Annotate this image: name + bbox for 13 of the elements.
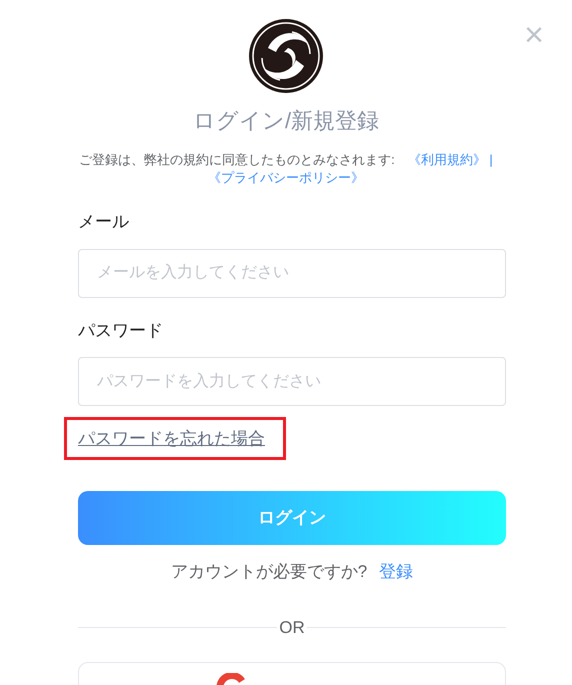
forgot-password-link[interactable]: パスワードを忘れた場合 [78, 426, 265, 452]
signup-prompt: アカウントが必要ですか? [170, 561, 368, 583]
privacy-link[interactable]: 《プライバシーポリシー》 [208, 170, 364, 185]
dialog-title: ログイン/新規登録 [192, 107, 380, 135]
input-field[interactable]: パスワードを入力してください [78, 357, 506, 406]
terms-link[interactable]: 《利用規約》 [408, 152, 486, 167]
terms-notice: ご登録は、弊社の規約に同意したものとみなされます: 《利用規約》 | 《プライバシーポリシー》 [78, 151, 494, 187]
close-button[interactable]: × [524, 18, 544, 52]
input-field[interactable]: メールを入力してください [78, 248, 506, 298]
signup-link[interactable]: 登録 [379, 559, 414, 584]
field-label: メール [78, 211, 130, 233]
login-button[interactable]: ログイン [78, 491, 506, 545]
field-label: パスワード [78, 320, 164, 342]
